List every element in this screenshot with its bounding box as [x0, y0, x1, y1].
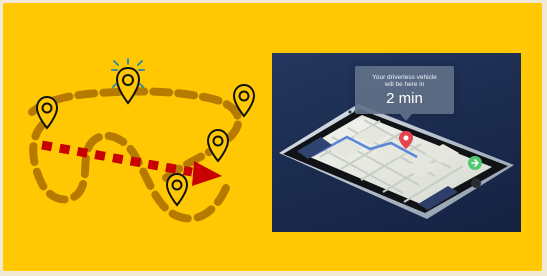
- arrow-head-icon: [192, 161, 222, 186]
- callout-line-two: will be here in: [384, 81, 425, 88]
- arrival-callout: Your driverless vehicle will be here in …: [355, 66, 454, 121]
- home-button: [471, 178, 481, 188]
- red-dashed-arrow-line: [41, 140, 193, 177]
- phone-photo: Your driverless vehicle will be here in …: [272, 53, 521, 232]
- callout-line-one: Your driverless vehicle: [372, 74, 437, 81]
- yellow-panel: Your driverless vehicle will be here in …: [3, 3, 542, 271]
- highlighted-location-pin-icon: [115, 66, 141, 105]
- page-frame: Your driverless vehicle will be here in …: [0, 0, 547, 276]
- upper-dashed-route: [28, 87, 243, 185]
- location-pin-icon: [206, 128, 230, 163]
- location-pin-icon: [165, 172, 189, 207]
- arrival-time: 2 min: [386, 90, 423, 107]
- route-illustration: [21, 35, 271, 241]
- ride-button-icon: [468, 156, 482, 170]
